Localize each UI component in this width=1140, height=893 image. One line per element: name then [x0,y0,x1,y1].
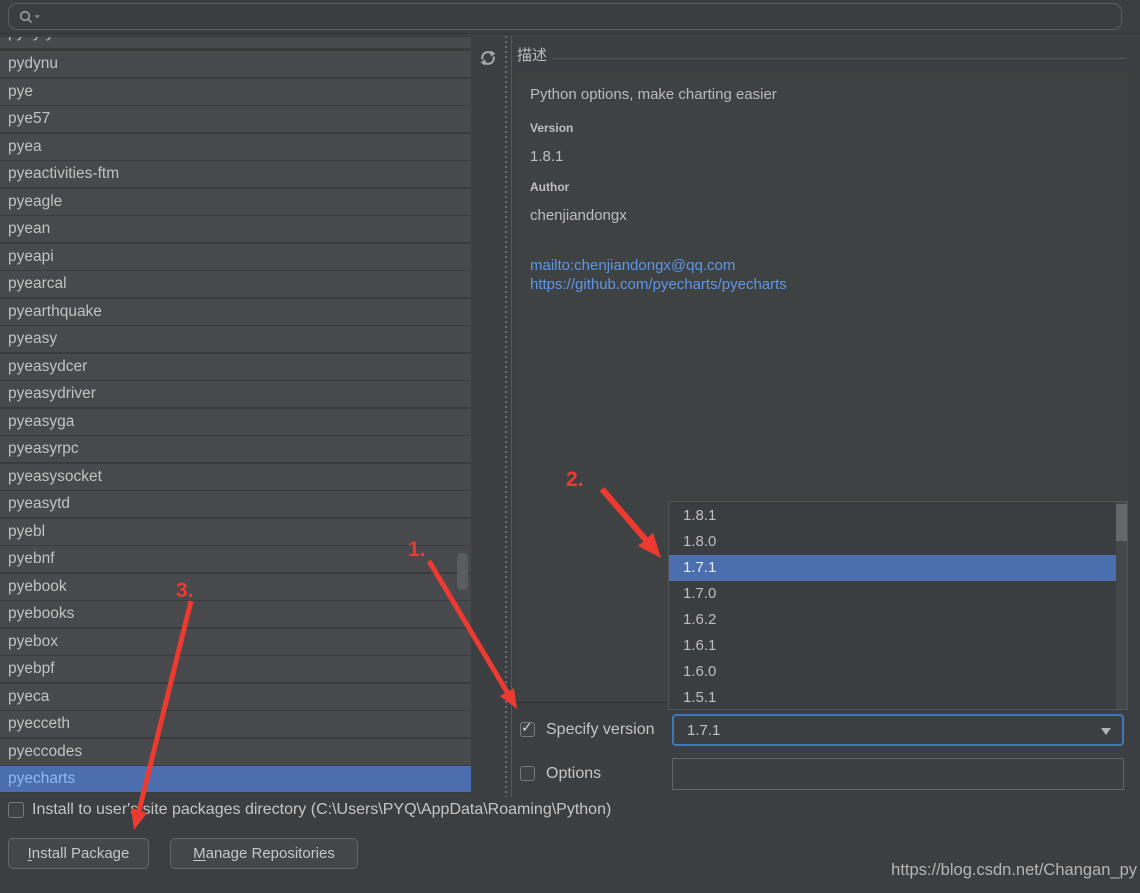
author-value: chenjiandongx [530,207,627,224]
version-option-1.8.1[interactable]: 1.8.1 [669,503,1127,529]
package-row-pyebpf[interactable]: pyebpf [0,656,471,682]
package-row-pyeactivities-ftm[interactable]: pyeactivities-ftm [0,161,471,187]
author-email-link[interactable]: mailto:chenjiandongx@qq.com [530,256,787,275]
package-row-pyeasyga[interactable]: pyeasyga [0,409,471,435]
panel-splitter[interactable] [504,36,513,797]
package-list-scrollbar-thumb[interactable] [457,553,468,590]
refresh-icon [478,48,498,68]
version-combobox-value: 1.7.1 [687,718,720,744]
package-row-pyebox[interactable]: pyebox [0,629,471,655]
package-row-pyearthquake[interactable]: pyearthquake [0,299,471,325]
version-option-1.6.2[interactable]: 1.6.2 [669,607,1127,633]
homepage-link[interactable]: https://github.com/pyecharts/pyecharts [530,275,787,294]
package-row-pyeapi[interactable]: pyeapi [0,244,471,270]
package-row-pyeagle[interactable]: pyeagle [0,189,471,215]
package-row-pyeasysocket[interactable]: pyeasysocket [0,464,471,490]
version-value: 1.8.1 [530,148,563,165]
package-row-pyebnf[interactable]: pyebnf [0,546,471,572]
version-option-1.7.1[interactable]: 1.7.1 [669,555,1127,581]
chevron-down-icon [35,15,41,18]
options-label: Options [546,765,601,783]
author-label: Author [530,180,569,194]
specify-version-checkbox[interactable]: ✓ [520,722,535,737]
options-checkbox[interactable]: ✓ [520,766,535,781]
package-row-pyean[interactable]: pyean [0,216,471,242]
package-summary: Python options, make charting easier [530,86,777,103]
dropdown-scrollbar-track[interactable] [1116,502,1127,709]
package-row-pyecceth[interactable]: pyecceth [0,711,471,737]
section-title-rule [552,58,1127,59]
options-input[interactable] [672,758,1124,790]
package-row-pyeasytd[interactable]: pyeasytd [0,491,471,517]
package-row-pyeasydcer[interactable]: pyeasydcer [0,354,471,380]
package-row-pyebooks[interactable]: pyebooks [0,601,471,627]
install-package-button[interactable]: Install Package [8,838,149,869]
watermark-url: https://blog.csdn.net/Changan_py [891,861,1137,880]
search-bar[interactable] [8,3,1122,30]
version-option-1.6.0[interactable]: 1.6.0 [669,659,1127,685]
install-package-dialog: pydy-y pydynupyepye57pyeapyeactivities-f… [0,0,1140,893]
version-option-1.7.0[interactable]: 1.7.0 [669,581,1127,607]
check-icon: ✓ [521,719,533,736]
refresh-button[interactable] [476,46,500,70]
manage-repositories-button[interactable]: Manage Repositories [170,838,358,869]
search-input[interactable] [43,9,1121,25]
divider [0,33,1140,34]
package-row-pyeasydriver[interactable]: pyeasydriver [0,381,471,407]
package-row-pyebook[interactable]: pyebook [0,574,471,600]
version-combobox[interactable]: 1.7.1 [672,714,1124,746]
package-row-pydynu[interactable]: pydynu [0,51,471,77]
install-to-user-checkbox[interactable]: ✓ [8,802,24,818]
version-label: Version [530,121,573,135]
package-list: pydy-y pydynupyepye57pyeapyeactivities-f… [0,36,471,793]
package-row-pyebl[interactable]: pyebl [0,519,471,545]
package-row-pye57[interactable]: pye57 [0,106,471,132]
package-row-pyearcal[interactable]: pyearcal [0,271,471,297]
package-row-pye[interactable]: pye [0,79,471,105]
chevron-down-icon [1101,728,1111,735]
package-row-pyecharts[interactable]: pyecharts [0,766,471,792]
package-row-pyeccodes[interactable]: pyeccodes [0,739,471,765]
version-option-1.5.1[interactable]: 1.5.1 [669,685,1127,710]
search-icon [17,8,43,26]
package-row-pyeca[interactable]: pyeca [0,684,471,710]
description-section-title: 描述 [517,44,547,65]
package-row-partial[interactable]: pydy-y [0,37,471,48]
specify-version-label: Specify version [546,721,655,739]
version-option-1.8.0[interactable]: 1.8.0 [669,529,1127,555]
install-to-user-label: Install to user's site packages director… [32,801,611,819]
version-option-1.6.1[interactable]: 1.6.1 [669,633,1127,659]
package-row-pyea[interactable]: pyea [0,134,471,160]
version-dropdown-popup: 1.8.11.8.01.7.11.7.01.6.21.6.11.6.01.5.1 [668,501,1128,710]
dropdown-scrollbar-thumb[interactable] [1116,504,1127,541]
package-row-pyeasyrpc[interactable]: pyeasyrpc [0,436,471,462]
package-row-pyeasy[interactable]: pyeasy [0,326,471,352]
